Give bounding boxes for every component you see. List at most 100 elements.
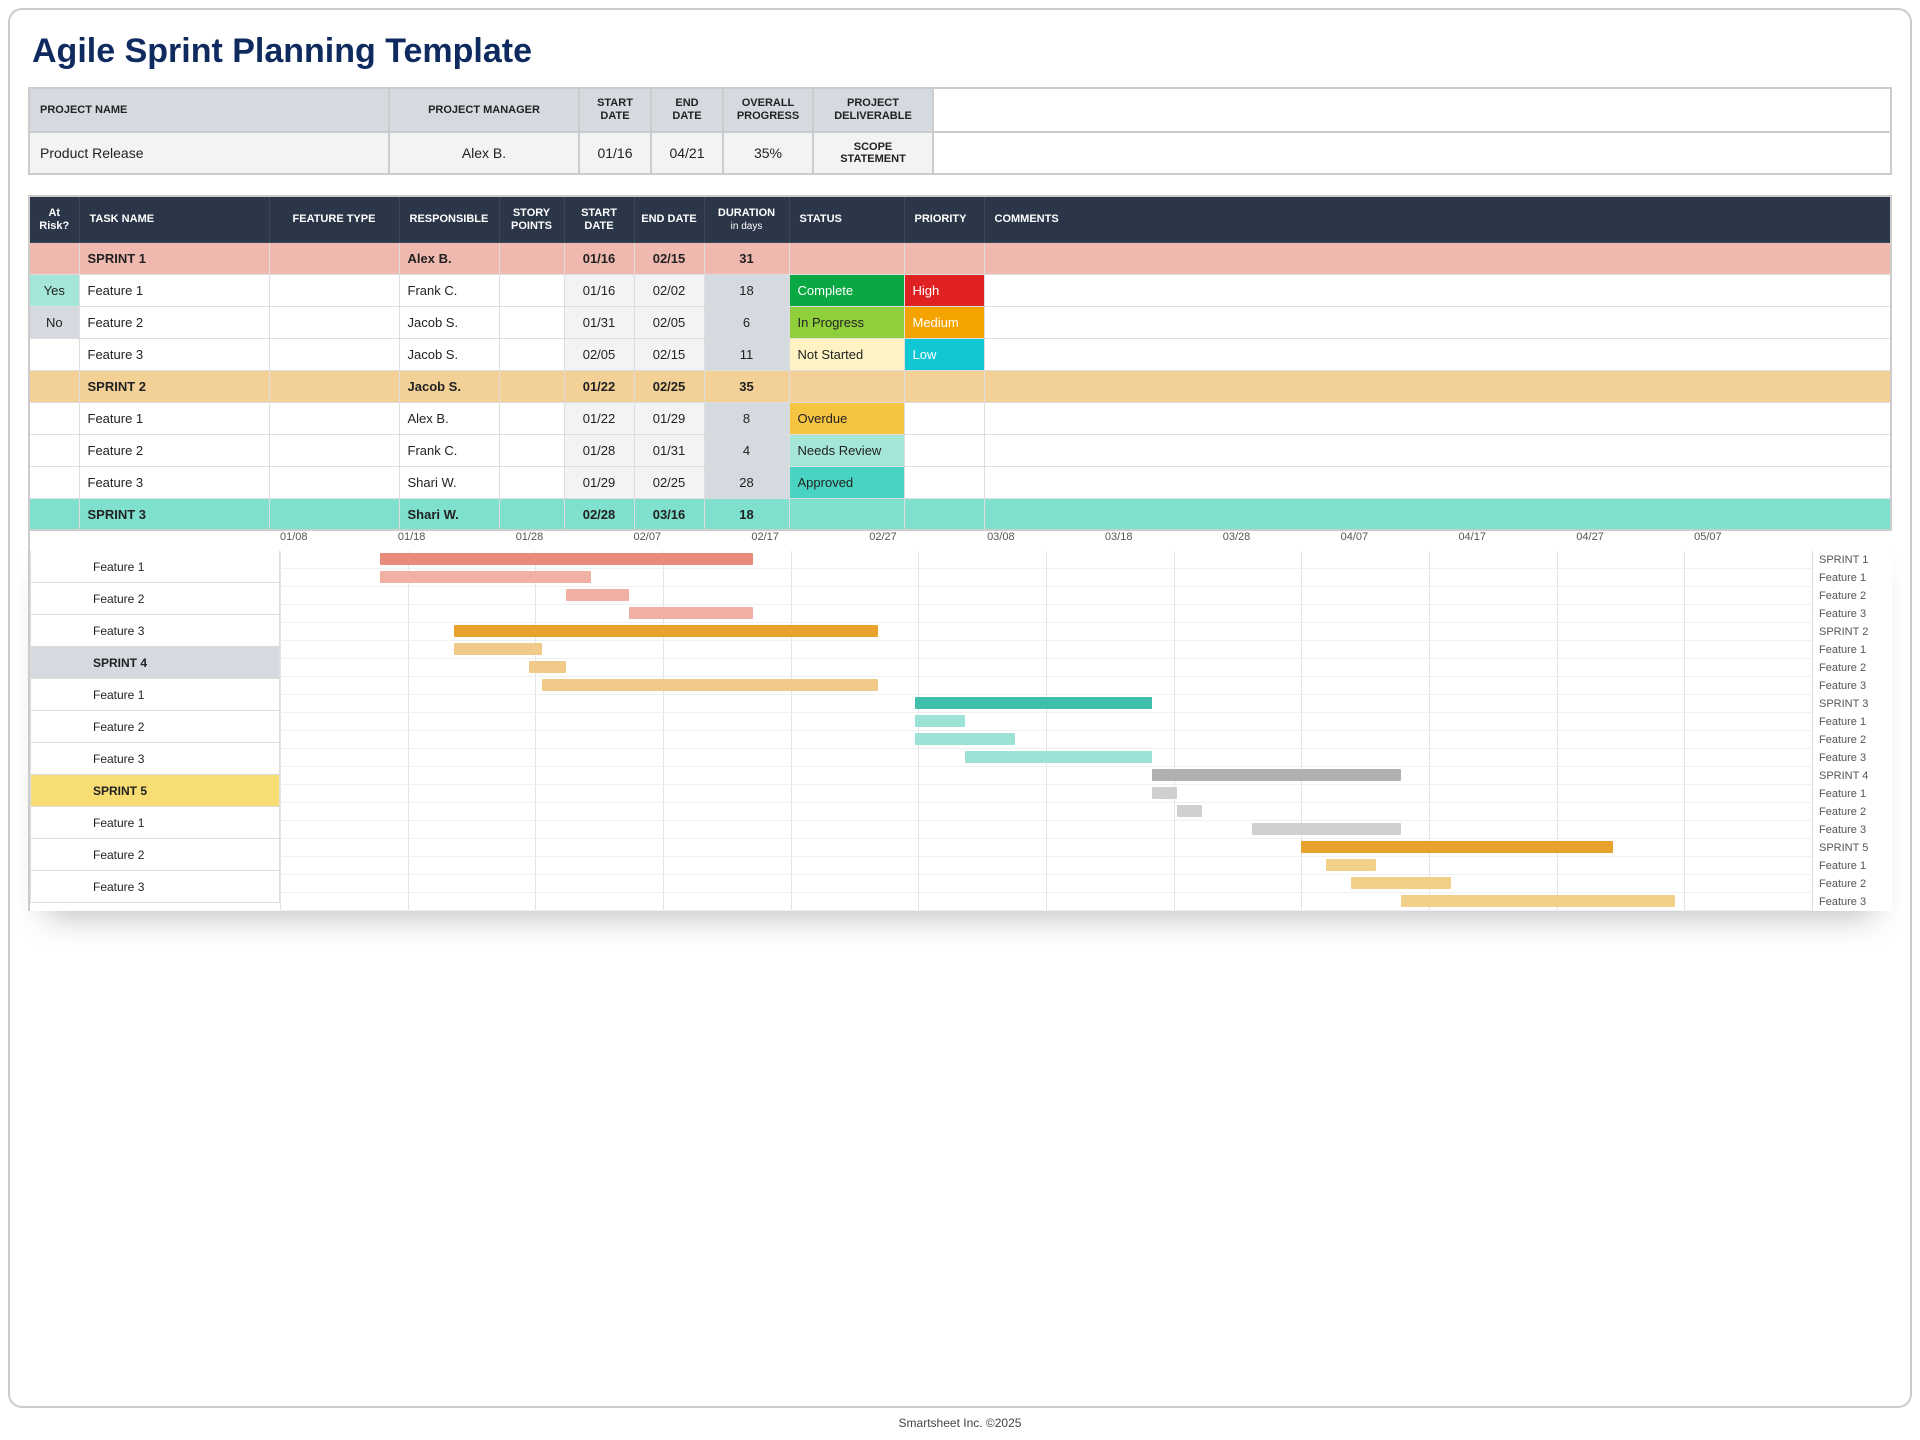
th-at-risk: At Risk? [29, 196, 79, 242]
gantt-right-label: Feature 2 [1812, 659, 1892, 677]
gantt-row-label[interactable]: Feature 3 [30, 615, 280, 647]
gantt-bar[interactable] [629, 607, 754, 619]
hdr-overall-progress: OVERALL PROGRESS [723, 88, 813, 132]
gantt-bar[interactable] [1401, 895, 1675, 907]
gantt-bar-row [280, 857, 1812, 875]
table-row[interactable]: Feature 3Shari W.01/2902/2528Approved [29, 466, 1891, 498]
gantt-right-label: Feature 3 [1812, 893, 1892, 911]
gantt-bar-row [280, 587, 1812, 605]
gantt-right-label: Feature 3 [1812, 677, 1892, 695]
hdr-project-name: PROJECT NAME [29, 88, 389, 132]
gantt-bar-row [280, 659, 1812, 677]
table-row[interactable]: SPRINT 3Shari W.02/2803/1618 [29, 498, 1891, 530]
gantt-bar-row [280, 749, 1812, 767]
gantt-right-label: Feature 3 [1812, 605, 1892, 623]
gantt-bar[interactable] [1152, 769, 1401, 781]
gantt-row-label[interactable]: Feature 2 [30, 583, 280, 615]
gantt-bar[interactable] [1252, 823, 1401, 835]
table-row[interactable]: Feature 1Alex B.01/2201/298Overdue [29, 402, 1891, 434]
val-start-date[interactable]: 01/16 [579, 132, 651, 174]
th-feature-type: FEATURE TYPE [269, 196, 399, 242]
gantt-row-label[interactable]: Feature 2 [30, 839, 280, 871]
gantt-bar-row [280, 875, 1812, 893]
gantt-row-label[interactable]: Feature 1 [30, 807, 280, 839]
gantt-bar[interactable] [454, 625, 877, 637]
gantt-timeline: 01/0801/1801/2802/0702/1702/2703/0803/18… [280, 531, 1812, 911]
gantt-right-label: Feature 2 [1812, 731, 1892, 749]
gantt-bar-row [280, 893, 1812, 911]
gantt-row-label[interactable]: Feature 3 [30, 871, 280, 903]
gantt-bar-row [280, 551, 1812, 569]
gantt-bar[interactable] [529, 661, 566, 673]
val-project-deliverable[interactable]: SCOPE STATEMENT [813, 132, 933, 174]
hdr-project-manager: PROJECT MANAGER [389, 88, 579, 132]
gantt-right-label: Feature 1 [1812, 641, 1892, 659]
hdr-project-deliverable: PROJECT DELIVERABLE [813, 88, 933, 132]
gantt-row-label[interactable]: Feature 1 [30, 679, 280, 711]
gantt-bar[interactable] [566, 589, 628, 601]
hdr-end-date: END DATE [651, 88, 723, 132]
gantt-bar-row [280, 731, 1812, 749]
val-project-manager[interactable]: Alex B. [389, 132, 579, 174]
table-row[interactable]: YesFeature 1Frank C.01/1602/0218Complete… [29, 274, 1891, 306]
gantt-row-labels: Feature 1Feature 2Feature 3SPRINT 4Featu… [30, 531, 280, 911]
gantt-bar-row [280, 839, 1812, 857]
th-end-date: END DATE [634, 196, 704, 242]
th-task-name: TASK NAME [79, 196, 269, 242]
hdr-start-date: START DATE [579, 88, 651, 132]
table-row[interactable]: Feature 2Frank C.01/2801/314Needs Review [29, 434, 1891, 466]
project-info-table: PROJECT NAME PROJECT MANAGER START DATE … [28, 87, 1892, 175]
gantt-bar[interactable] [915, 715, 965, 727]
gantt-bar[interactable] [1177, 805, 1202, 817]
th-status: STATUS [789, 196, 904, 242]
gantt-bar[interactable] [1301, 841, 1612, 853]
gantt-row-label[interactable]: Feature 2 [30, 711, 280, 743]
gantt-right-label: Feature 1 [1812, 857, 1892, 875]
gantt-row-label[interactable]: Feature 1 [30, 551, 280, 583]
gantt-bar[interactable] [1152, 787, 1177, 799]
gantt-bar-row [280, 821, 1812, 839]
gantt-right-label: SPRINT 5 [1812, 839, 1892, 857]
gantt-row-label[interactable]: SPRINT 5 [30, 775, 280, 807]
gantt-right-label: SPRINT 1 [1812, 551, 1892, 569]
gantt-bar[interactable] [542, 679, 878, 691]
val-overall-progress[interactable]: 35% [723, 132, 813, 174]
gantt-bar[interactable] [380, 553, 754, 565]
footer-copyright: Smartsheet Inc. ©2025 [0, 1416, 1920, 1430]
gantt-row-label[interactable]: SPRINT 4 [30, 647, 280, 679]
task-table: At Risk? TASK NAME FEATURE TYPE RESPONSI… [28, 195, 1892, 531]
gantt-right-label: SPRINT 3 [1812, 695, 1892, 713]
gantt-bar[interactable] [1351, 877, 1451, 889]
th-comments: COMMENTS [984, 196, 1891, 242]
th-priority: PRIORITY [904, 196, 984, 242]
th-start-date: START DATE [564, 196, 634, 242]
gantt-right-label: Feature 1 [1812, 713, 1892, 731]
table-row[interactable]: Feature 3Jacob S.02/0502/1511Not Started… [29, 338, 1891, 370]
gantt-row-label[interactable]: Feature 3 [30, 743, 280, 775]
val-blank[interactable] [933, 132, 1891, 174]
val-end-date[interactable]: 04/21 [651, 132, 723, 174]
gantt-bar[interactable] [454, 643, 541, 655]
gantt-bar-row [280, 695, 1812, 713]
gantt-bar-row [280, 623, 1812, 641]
gantt-right-label: Feature 3 [1812, 821, 1892, 839]
gantt-bar[interactable] [915, 697, 1152, 709]
gantt-chart: Feature 1Feature 2Feature 3SPRINT 4Featu… [28, 531, 1892, 911]
val-project-name[interactable]: Product Release [29, 132, 389, 174]
gantt-right-label: Feature 1 [1812, 785, 1892, 803]
gantt-bar-row [280, 767, 1812, 785]
table-row[interactable]: SPRINT 2Jacob S.01/2202/2535 [29, 370, 1891, 402]
gantt-bar[interactable] [915, 733, 1015, 745]
gantt-right-label: SPRINT 2 [1812, 623, 1892, 641]
gantt-bar[interactable] [380, 571, 592, 583]
th-duration: DURATIONin days [704, 196, 789, 242]
gantt-bar-row [280, 605, 1812, 623]
gantt-bar[interactable] [965, 751, 1152, 763]
gantt-bar-row [280, 677, 1812, 695]
table-row[interactable]: NoFeature 2Jacob S.01/3102/056In Progres… [29, 306, 1891, 338]
hdr-blank [933, 88, 1891, 132]
gantt-bar[interactable] [1326, 859, 1376, 871]
gantt-bar-row [280, 803, 1812, 821]
gantt-right-label: Feature 2 [1812, 875, 1892, 893]
table-row[interactable]: SPRINT 1Alex B.01/1602/1531 [29, 242, 1891, 274]
